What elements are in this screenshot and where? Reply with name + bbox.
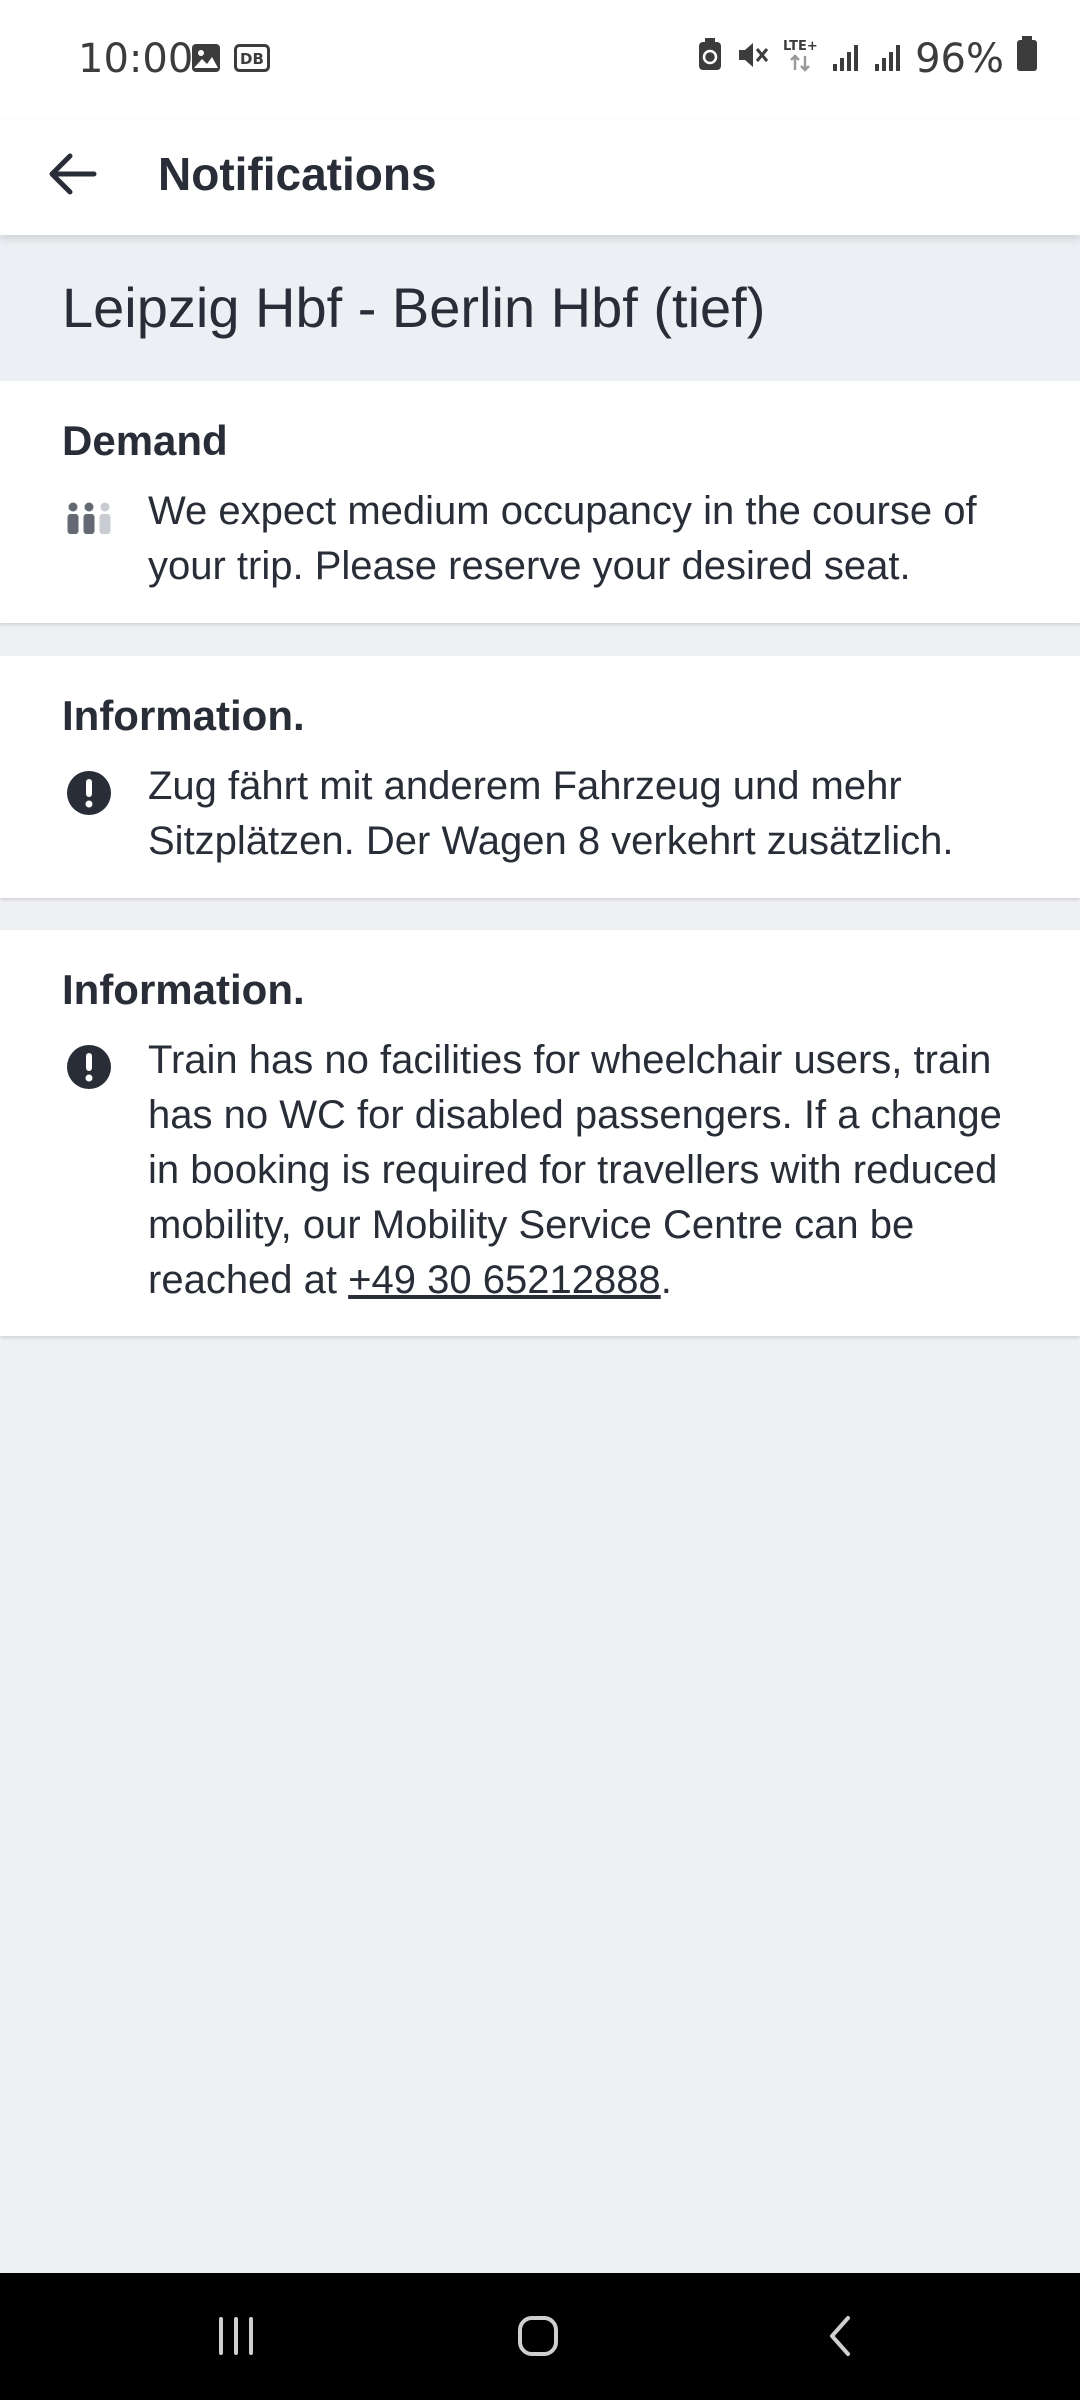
app-bar: Notifications bbox=[0, 120, 1080, 235]
information-card-2: Information. Train has no facilities for… bbox=[0, 930, 1080, 1336]
chevron-left-icon bbox=[830, 2316, 850, 2356]
card-title: Information. bbox=[62, 966, 305, 1013]
route-header: Leipzig Hbf - Berlin Hbf (tief) bbox=[0, 235, 1080, 381]
information-text-2: Train has no facilities for wheelchair u… bbox=[148, 1033, 1028, 1308]
lte-icon: LTE+ bbox=[781, 36, 819, 82]
status-time: 10:00 bbox=[78, 36, 194, 82]
db-app-icon: DB bbox=[234, 44, 270, 77]
battery-saver-icon bbox=[697, 36, 723, 82]
card-title: Demand bbox=[62, 417, 228, 464]
svg-text:DB: DB bbox=[240, 50, 264, 68]
recent-apps-icon bbox=[219, 2317, 253, 2355]
home-button[interactable] bbox=[488, 2293, 588, 2379]
information-text-1: Zug fährt mit anderem Fahrzeug und mehr … bbox=[148, 764, 954, 863]
exclamation-icon bbox=[64, 768, 114, 818]
status-left-icons: DB bbox=[190, 42, 270, 79]
recent-apps-button[interactable] bbox=[186, 2293, 286, 2379]
status-bar: 10:00 DB LTE+ 96% bbox=[0, 0, 1080, 120]
gallery-icon bbox=[190, 42, 222, 79]
exclamation-icon bbox=[64, 1042, 114, 1092]
page-title: Notifications bbox=[158, 148, 437, 200]
battery-icon bbox=[1016, 36, 1038, 82]
signal-icon-1 bbox=[831, 36, 861, 82]
home-icon bbox=[518, 2316, 558, 2356]
demand-card: Demand We expect medium occupancy in the… bbox=[0, 381, 1080, 623]
demand-text: We expect medium occupancy in the course… bbox=[148, 489, 977, 588]
status-right: LTE+ 96% bbox=[697, 36, 1038, 82]
battery-percent: 96% bbox=[915, 36, 1004, 82]
route-title: Leipzig Hbf - Berlin Hbf (tief) bbox=[62, 276, 766, 339]
system-nav-bar bbox=[0, 2273, 1080, 2400]
svg-text:LTE+: LTE+ bbox=[783, 39, 818, 54]
information-text-2-end: . bbox=[660, 1258, 672, 1302]
arrow-left-icon bbox=[49, 153, 97, 195]
signal-icon-2 bbox=[873, 36, 903, 82]
back-button[interactable] bbox=[30, 132, 114, 216]
mute-icon bbox=[735, 36, 769, 82]
system-back-button[interactable] bbox=[791, 2293, 891, 2379]
phone-link[interactable]: +49 30 65212888 bbox=[348, 1258, 661, 1302]
occupancy-icon bbox=[64, 495, 114, 545]
card-title: Information. bbox=[62, 692, 305, 739]
information-card-1: Information. Zug fährt mit anderem Fahrz… bbox=[0, 656, 1080, 898]
